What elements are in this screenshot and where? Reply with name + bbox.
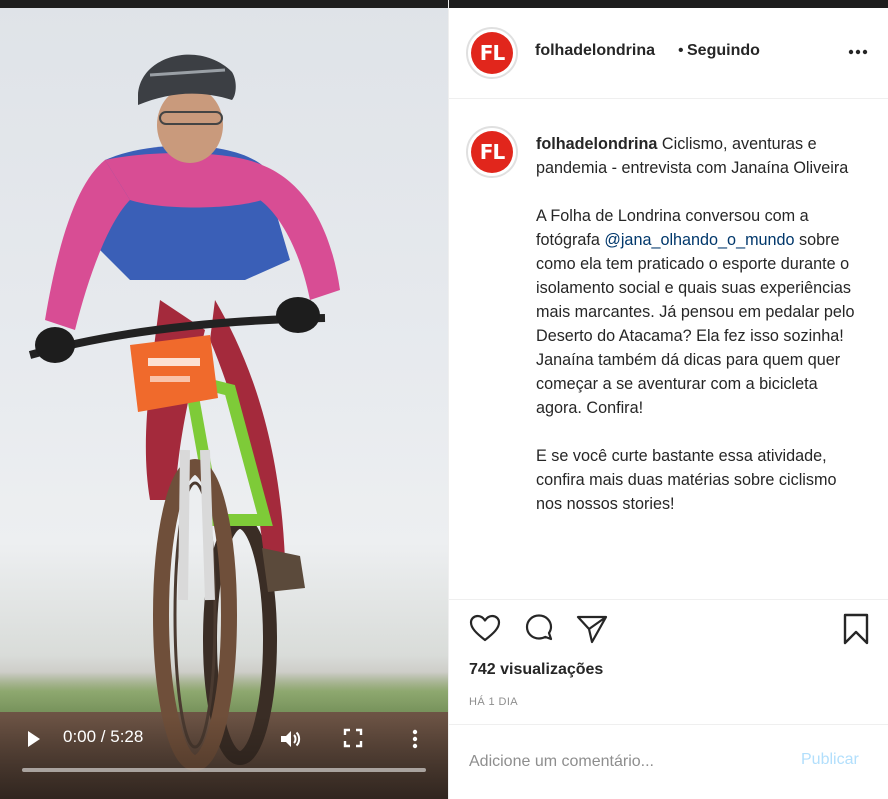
caption-avatar[interactable]: FL [466,126,518,178]
fullscreen-icon[interactable] [342,727,364,749]
video-progress-bar[interactable] [22,768,426,772]
paper-plane-icon[interactable] [575,612,609,646]
following-button[interactable]: Seguindo [687,42,760,60]
background-strip [449,0,888,8]
caption-paragraph-body: sobre como ela tem praticado o esporte d… [536,231,855,417]
instagram-post-modal: 0:00 / 5:28 FL folhadelondrina • Seguind… [0,0,888,799]
post-header: FL folhadelondrina • Seguindo [449,8,888,99]
volume-icon[interactable] [278,727,302,751]
mention-link[interactable]: @jana_olhando_o_mundo [604,231,794,249]
post-video[interactable]: 0:00 / 5:28 [0,0,448,799]
view-count[interactable]: 742 visualizações [469,661,603,679]
publish-button[interactable]: Publicar [801,751,859,769]
comment-icon[interactable] [522,612,556,646]
comment-input[interactable] [469,749,769,775]
username-link[interactable]: folhadelondrina [535,42,655,60]
post-timestamp[interactable]: HÁ 1 DIA [469,696,518,708]
video-timestamp: 0:00 / 5:28 [63,727,144,746]
caption-username-link[interactable]: folhadelondrina [536,135,657,153]
video-controls: 0:00 / 5:28 [0,716,448,799]
post-caption: FL folhadelondrina Ciclismo, aventuras e… [449,100,888,600]
avatar[interactable]: FL [466,27,518,79]
heart-icon[interactable] [468,612,502,646]
folha-logo: FL [471,131,513,173]
post-actions [449,612,888,652]
play-icon[interactable] [22,728,44,750]
caption-text: folhadelondrina Ciclismo, aventuras e pa… [536,132,856,540]
separator-dot: • [678,42,684,59]
post-side-panel: FL folhadelondrina • Seguindo FL folhade… [448,0,888,799]
comment-form: Publicar [449,724,888,799]
folha-logo: FL [471,32,513,74]
caption-paragraph-closing: E se você curte bastante essa atividade,… [536,447,837,513]
bookmark-icon[interactable] [839,612,873,646]
kebab-icon[interactable] [405,727,425,751]
ellipsis-icon[interactable] [847,46,869,58]
cyclist-photo [28,54,340,771]
